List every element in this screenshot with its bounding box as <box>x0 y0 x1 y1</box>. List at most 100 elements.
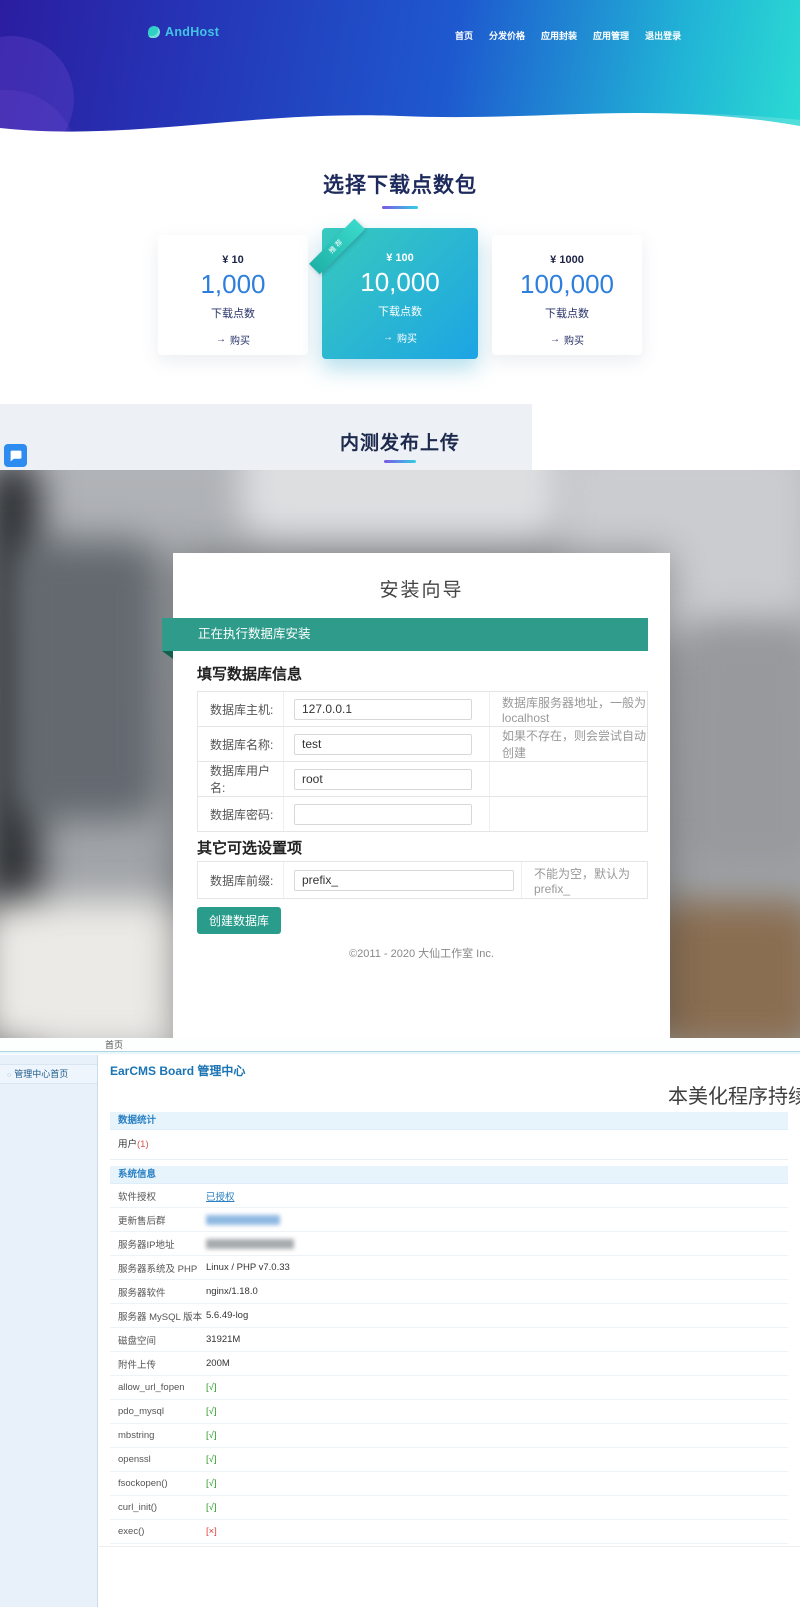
system-info-table: 数据统计 用户(1) 系统信息 软件授权已授权更新售后群服务器IP地址服务器系统… <box>110 1112 788 1544</box>
status-text: 正在执行数据库安装 <box>198 627 311 641</box>
row-label: 磁盘空间 <box>118 1333 206 1347</box>
check-pass-value: [√] <box>206 1430 788 1441</box>
table-row: 附件上传200M <box>110 1352 788 1376</box>
field-label: 数据库用户名: <box>198 762 283 796</box>
install-wizard-modal: 安装向导 正在执行数据库安装 填写数据库信息 数据库主机:数据库服务器地址，一般… <box>173 553 670 1038</box>
nav-item[interactable]: 应用管理 <box>593 29 629 42</box>
buy-label: 购买 <box>230 332 250 347</box>
buy-label: 购买 <box>564 332 584 347</box>
table-row: 服务器IP地址 <box>110 1232 788 1256</box>
arrow-right-icon: → <box>216 334 226 345</box>
input-cell <box>283 862 521 898</box>
title-underline <box>382 206 418 209</box>
chat-icon <box>9 450 22 462</box>
row-label: 服务器IP地址 <box>118 1237 206 1251</box>
card-price: ¥ 100 <box>386 252 414 264</box>
license-status-link[interactable]: 已授权 <box>206 1189 788 1203</box>
pricing-cards: ¥ 101,000下载点数→购买推荐¥ 10010,000下载点数→购买¥ 10… <box>158 228 650 359</box>
redacted-value <box>206 1215 280 1225</box>
admin-panel: 首页 ○管理中心首页 EarCMS Board 管理中心 本美化程序持续更 数据… <box>0 1038 800 1607</box>
wizard-footer: ©2011 - 2020 大仙工作室 Inc. <box>173 945 670 961</box>
pricing-card: 推荐¥ 10010,000下载点数→购买 <box>322 228 478 359</box>
sidebar-item-admin-home[interactable]: ○管理中心首页 <box>0 1064 97 1084</box>
nav-item[interactable]: 首页 <box>455 29 473 42</box>
redacted-value <box>206 1239 294 1249</box>
install-wizard-overlay: 安装向导 正在执行数据库安装 填写数据库信息 数据库主机:数据库服务器地址，一般… <box>0 470 800 1038</box>
bullet-icon: ○ <box>7 1072 11 1079</box>
row-value: 200M <box>206 1358 788 1369</box>
page: AndHost 首页 分发价格 应用封装 应用管理 退出登录 选择下载点数包 ¥ 10 1… <box>0 0 800 1607</box>
input-cell <box>283 797 489 831</box>
buy-label: 购买 <box>397 330 417 345</box>
divider <box>99 1546 800 1547</box>
check-pass-value: [√] <box>206 1382 788 1393</box>
pricing-title: 选择下载点数包 <box>0 169 800 199</box>
admin-sidebar: ○管理中心首页 <box>0 1055 98 1607</box>
chat-widget-button[interactable] <box>4 444 27 467</box>
form-row: 数据库用户名: <box>197 762 648 797</box>
db-name-input[interactable] <box>294 734 472 755</box>
admin-main: EarCMS Board 管理中心 本美化程序持续更 数据统计 用户(1) 系统… <box>99 1055 800 1607</box>
field-hint <box>489 762 649 796</box>
db-section-heading: 填写数据库信息 <box>197 663 302 684</box>
card-price: ¥ 1000 <box>550 254 584 266</box>
form-row: 数据库前缀: 不能为空，默认为prefix_ <box>197 861 648 899</box>
form-row: 数据库名称:如果不存在，则会尝试自动创建 <box>197 727 648 762</box>
user-count: (1) <box>137 1139 149 1150</box>
buy-button[interactable]: →购买 <box>550 332 584 347</box>
nav-item[interactable]: 退出登录 <box>645 29 681 42</box>
optional-section-heading: 其它可选设置项 <box>197 837 302 858</box>
field-label: 数据库前缀: <box>198 872 283 889</box>
sidebar-item-label: 管理中心首页 <box>14 1069 68 1079</box>
pricing-card: ¥ 1000 100,000 下载点数 →购买 <box>492 235 642 355</box>
stats-section-header: 数据统计 <box>110 1112 788 1130</box>
db-prefix-input[interactable] <box>294 870 514 891</box>
logo-text: AndHost <box>165 25 219 39</box>
table-row: fsockopen()[√] <box>110 1472 788 1496</box>
db-pass-input[interactable] <box>294 804 472 825</box>
logo-icon <box>148 26 160 38</box>
header-wave-shape <box>0 88 800 145</box>
check-fail-value: [×] <box>206 1526 788 1537</box>
row-value: 5.6.49-log <box>206 1310 788 1321</box>
form-row: 数据库主机:数据库服务器地址，一般为 localhost <box>197 691 648 727</box>
table-row: openssl[√] <box>110 1448 788 1472</box>
card-points: 100,000 <box>520 269 614 300</box>
card-unit-label: 下载点数 <box>545 305 589 321</box>
buy-button[interactable]: → 购买 <box>383 330 417 345</box>
promo-banner-text: 本美化程序持续更 <box>668 1080 800 1109</box>
table-row: 服务器系统及 PHPLinux / PHP v7.0.33 <box>110 1256 788 1280</box>
buy-button[interactable]: → 购买 <box>216 332 250 347</box>
field-hint: 如果不存在，则会尝试自动创建 <box>489 727 649 761</box>
check-pass-value: [√] <box>206 1478 788 1489</box>
card-price: ¥ 10 <box>222 254 243 266</box>
table-row: 磁盘空间31921M <box>110 1328 788 1352</box>
card-unit-label: 下载点数 <box>378 303 422 319</box>
card-unit-label: 下载点数 <box>211 305 255 321</box>
arrow-right-icon: → <box>383 332 393 343</box>
user-count-row: 用户(1) <box>110 1130 788 1160</box>
row-label: mbstring <box>118 1430 206 1441</box>
breadcrumb-home[interactable]: 首页 <box>105 1040 123 1050</box>
nav-item[interactable]: 分发价格 <box>489 29 525 42</box>
row-label: pdo_mysql <box>118 1406 206 1417</box>
main-nav: 首页 分发价格 应用封装 应用管理 退出登录 <box>455 29 681 42</box>
field-hint: 不能为空，默认为prefix_ <box>521 862 649 898</box>
logo[interactable]: AndHost <box>148 25 219 39</box>
admin-heading: EarCMS Board 管理中心 <box>110 1062 245 1079</box>
row-value: nginx/1.18.0 <box>206 1286 788 1297</box>
check-pass-value: [√] <box>206 1406 788 1417</box>
table-row: 服务器 MySQL 版本5.6.49-log <box>110 1304 788 1328</box>
sysinfo-rows: 软件授权已授权更新售后群服务器IP地址服务器系统及 PHPLinux / PHP… <box>110 1184 788 1544</box>
table-row: pdo_mysql[√] <box>110 1400 788 1424</box>
create-database-button[interactable]: 创建数据库 <box>197 907 281 934</box>
nav-item[interactable]: 应用封装 <box>541 29 577 42</box>
db-user-input[interactable] <box>294 769 472 790</box>
user-label: 用户 <box>118 1139 137 1150</box>
check-pass-value: [√] <box>206 1502 788 1513</box>
input-cell <box>283 692 489 726</box>
optional-form-table: 数据库前缀: 不能为空，默认为prefix_ <box>197 861 648 899</box>
row-label: 服务器系统及 PHP <box>118 1261 206 1275</box>
ribbon-fold <box>162 651 173 659</box>
db-host-input[interactable] <box>294 699 472 720</box>
